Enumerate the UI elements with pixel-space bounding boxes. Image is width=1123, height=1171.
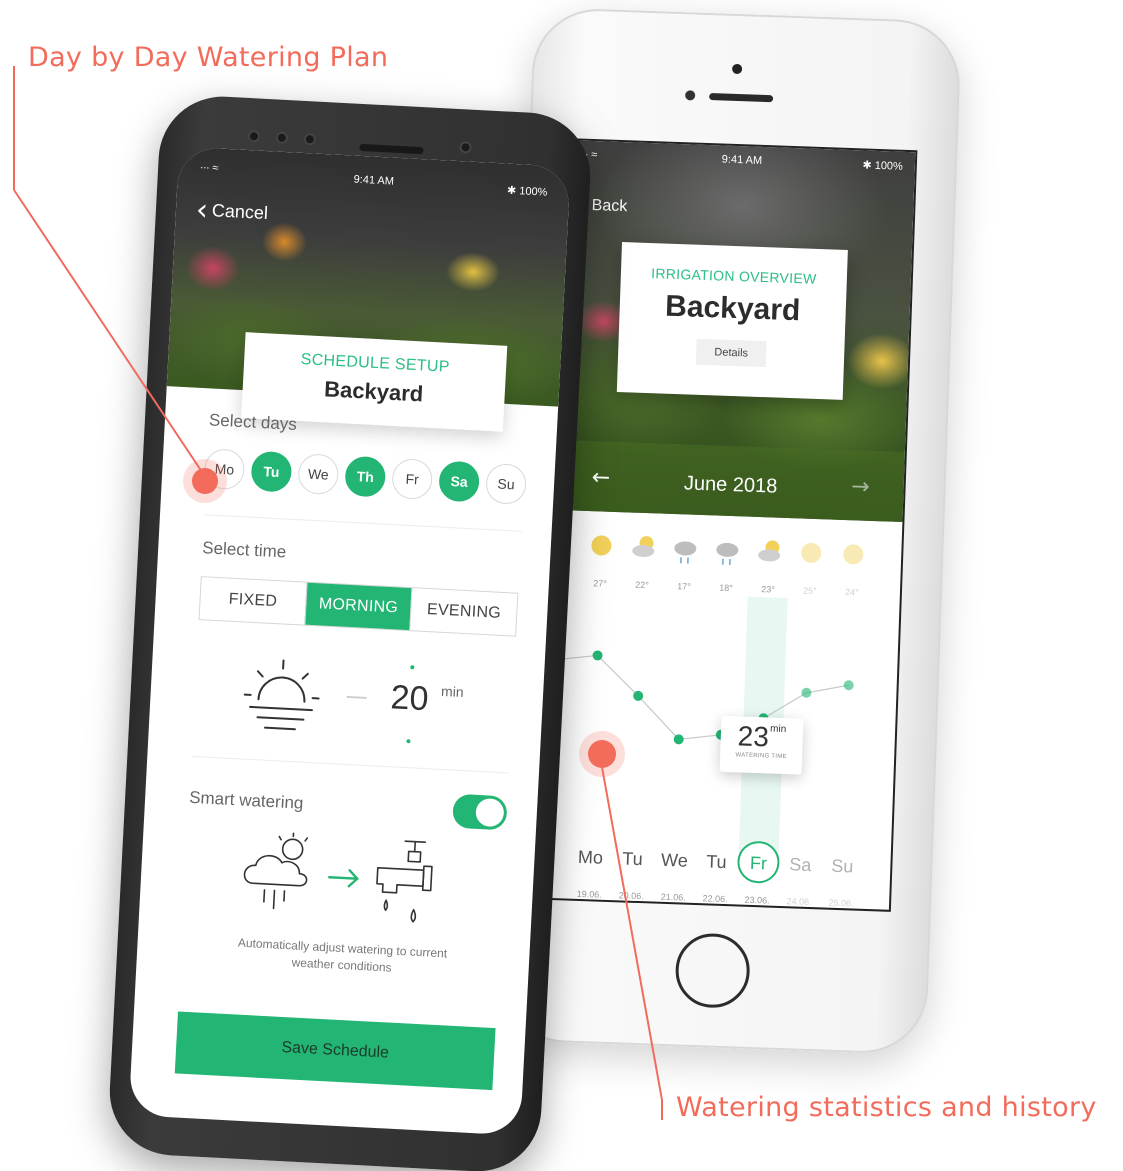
time-option-morning[interactable]: MORNING [304,582,412,631]
smart-watering-description: Automatically adjust watering to current… [237,935,448,975]
day-label: Fr [750,853,768,874]
save-schedule-button[interactable]: Save Schedule [174,1011,496,1091]
rain-cloud-icon [243,832,309,910]
temperature-label: 24° [845,587,859,597]
android-device: ∙∙∙ ≈ 9:41 AM ✱ 100% ‹ Cancel SCHEDULE S… [106,93,594,1171]
day-label: Su [831,856,854,877]
battery-icon: ✱ 100% [862,159,904,173]
faucet-icon [376,840,433,923]
toggle-knob [475,797,505,828]
arrow-right-icon[interactable]: → [851,474,870,500]
date-label: 22.06. [702,893,727,904]
date-label: 19.06. [577,889,602,900]
sensor-dot [247,129,261,143]
chart-svg: 27° 22° 17° 18° 23° 25° 24° Mo 19.06. Tu 20.06. We 2… [553,535,864,909]
earpiece [359,143,424,155]
day-fr[interactable]: Fr [391,458,434,501]
front-camera [275,131,289,145]
day-label: We [661,850,688,871]
day-selector: Mo Tu We Th Fr Sa Su [203,448,528,505]
watering-time-tooltip: 23min WATERING TIME [719,715,804,775]
tooltip-caption: WATERING TIME [735,752,787,761]
smart-watering-toggle[interactable] [452,793,508,831]
date-label: 20.06. [619,890,644,901]
chevron-left-icon: ‹ [195,191,209,228]
sunrise-icon [243,659,320,731]
day-plan-hotspot [192,468,218,494]
statistics-hotspot [588,740,616,768]
temperature-label: 17° [677,581,691,591]
time-option-evening[interactable]: EVENING [409,588,518,636]
sun-icon [843,544,864,565]
stepper-down-dot[interactable] [406,739,411,744]
card-title: Backyard [664,289,801,328]
day-we[interactable]: We [297,453,340,496]
time-option-fixed[interactable]: FIXED [200,577,307,624]
select-time-label: Select time [201,538,287,562]
details-button[interactable]: Details [695,338,767,368]
duration-unit: min [440,682,465,701]
divider [204,514,522,532]
rain-cloud-icon [716,542,739,557]
front-camera [685,90,696,101]
data-point [843,680,854,691]
back-label: Back [591,196,628,216]
overview-card: IRRIGATION OVERVIEW Backyard Details [616,242,848,400]
sensor-dot [303,132,317,146]
day-su[interactable]: Su [485,462,528,505]
select-days-label: Select days [208,410,298,434]
data-point [801,687,812,698]
date-label: 24.06. [786,896,811,907]
cancel-button[interactable]: ‹ Cancel [195,191,269,228]
temperature-label: 27° [593,578,607,588]
date-label: 23.06. [744,895,769,906]
temperature-label: 18° [719,583,733,593]
day-th[interactable]: Th [344,455,387,498]
tooltip-unit: min [769,723,787,736]
temperature-label: 25° [803,586,817,596]
day-label: Tu [706,851,727,872]
smart-watering-label: Smart watering [188,787,304,813]
day-label: Sa [789,854,813,875]
time-segmented-control: FIXED MORNING EVENING [198,576,519,637]
tooltip-value: 23 [737,720,770,753]
earpiece [709,93,774,103]
sun-icon [591,535,612,556]
card-kicker: IRRIGATION OVERVIEW [650,265,817,287]
sensor-dot [459,141,472,154]
rain-cloud-icon [674,541,697,556]
watering-history-chart: 27° 22° 17° 18° 23° 25° 24° Mo 19.06. Tu 20.06. We 2… [543,510,906,912]
cancel-label: Cancel [211,200,269,224]
callout-statistics: Watering statistics and history [676,1092,1097,1123]
divider [191,755,509,774]
day-tu[interactable]: Tu [250,450,293,493]
schedule-setup-screen: ∙∙∙ ≈ 9:41 AM ✱ 100% ‹ Cancel SCHEDULE S… [128,146,571,1136]
callout-day-plan: Day by Day Watering Plan [28,42,389,73]
battery-icon: ✱ 100% [506,184,548,199]
arrow-right-icon [328,869,359,888]
sensor-dot [731,63,743,75]
date-label: 25.06. [828,898,853,909]
temperature-label: 22° [635,580,649,590]
day-label: Tu [622,848,643,869]
date-label: 21.06. [661,892,686,903]
series-line [553,654,849,740]
duration-picker: 20 min [192,648,514,755]
stepper-up-dot[interactable] [410,665,415,670]
irrigation-overview-screen: ∙∙∙ ≈ 9:41 AM ✱ 100% ‹ Back IRRIGATION O… [541,138,918,912]
duration-value[interactable]: 20 [390,678,430,719]
card-title: Backyard [323,376,424,407]
temperature-label: 23° [761,584,775,594]
sun-icon [801,542,822,563]
minus-dash [346,695,367,699]
smart-watering-illustration [243,832,433,923]
home-button[interactable] [674,932,751,1009]
day-label: Mo [578,847,604,868]
day-sa[interactable]: Sa [438,460,481,503]
